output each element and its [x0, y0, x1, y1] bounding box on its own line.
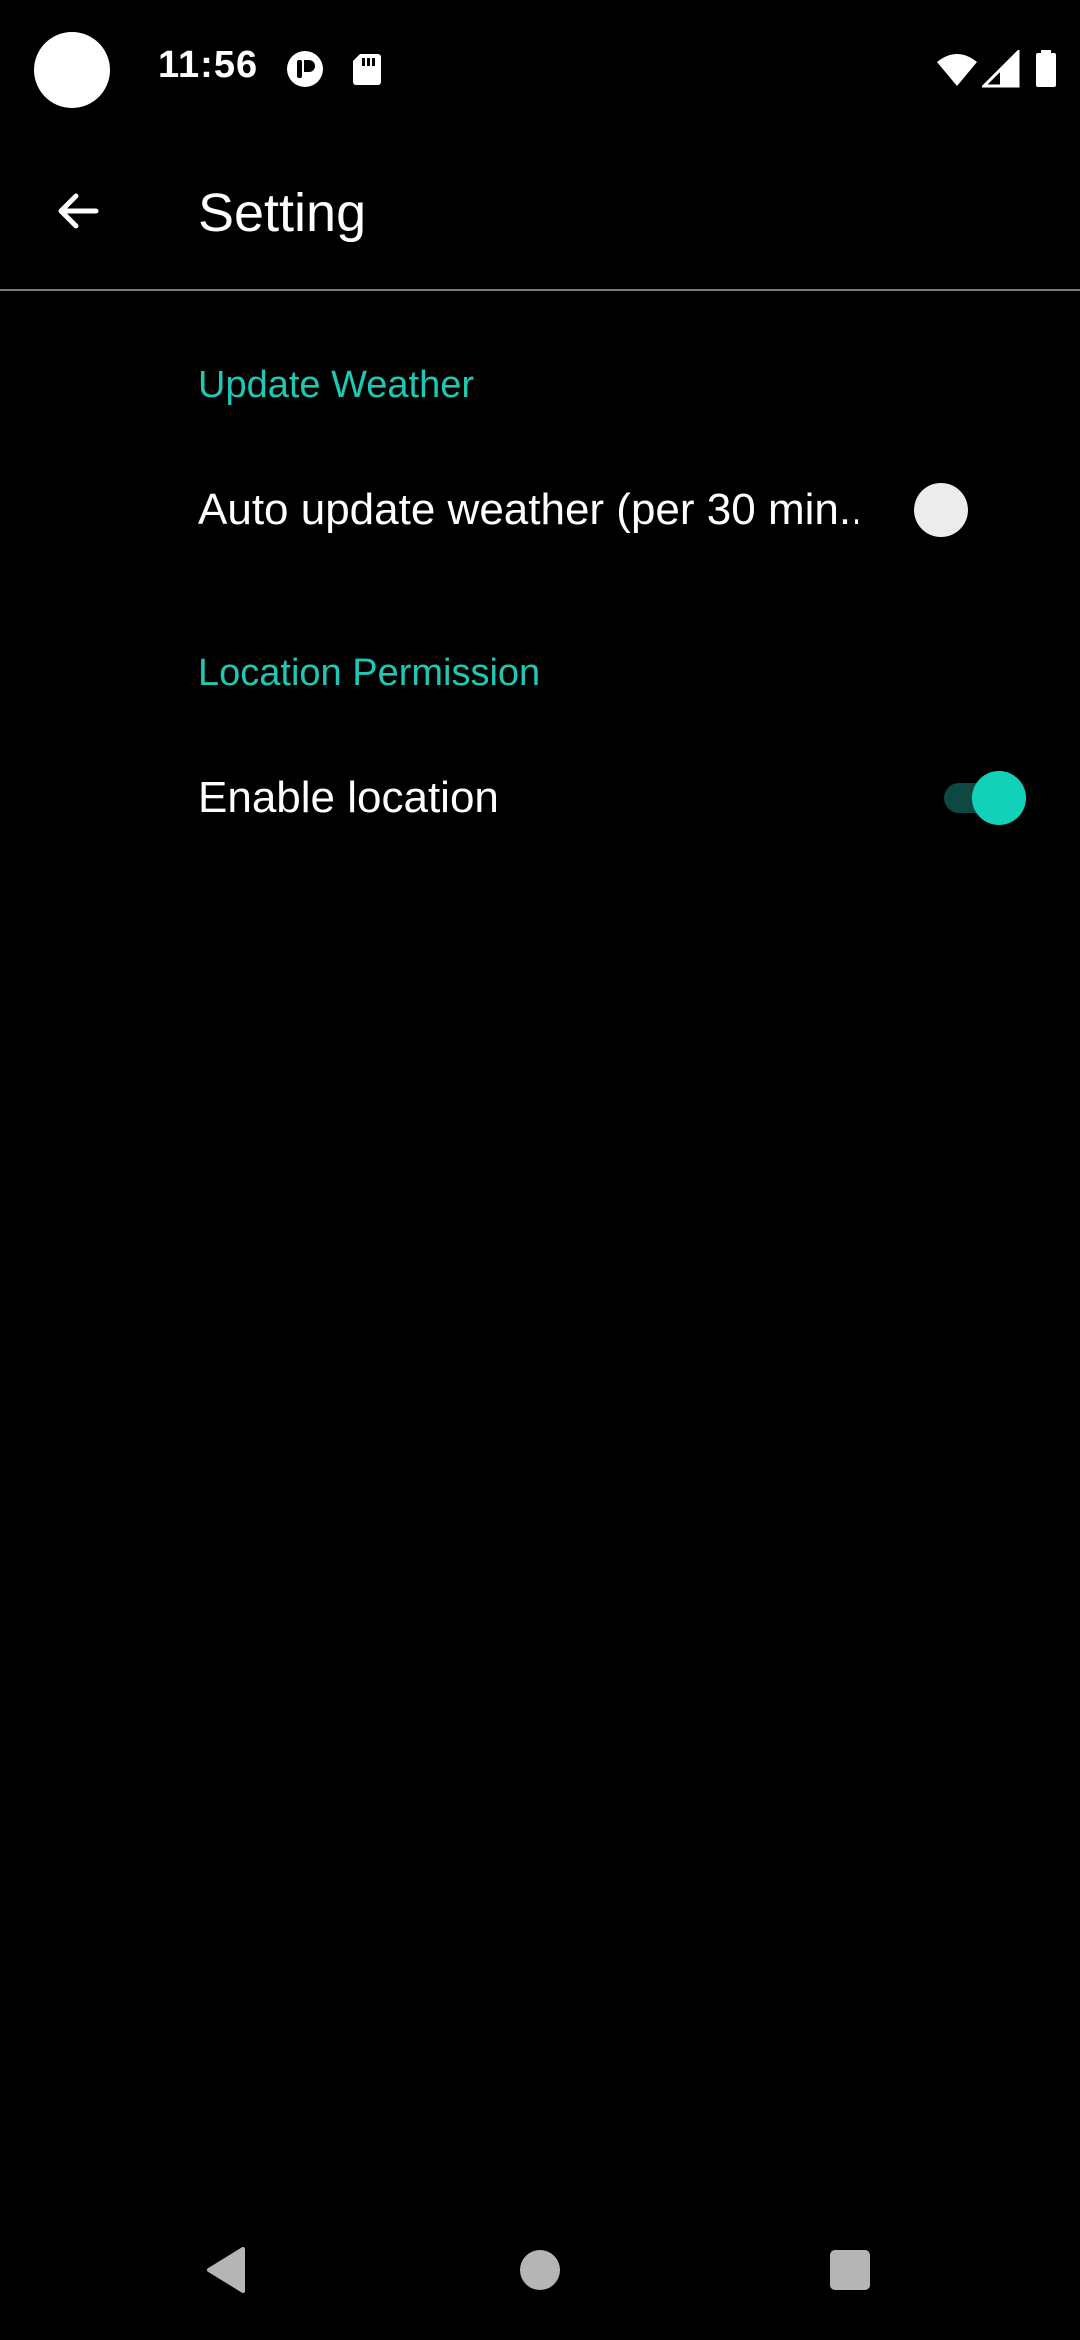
section-header-update-weather: Update Weather	[198, 364, 475, 406]
toolbar: Setting	[0, 140, 1080, 290]
nav-recents-button[interactable]	[810, 2230, 890, 2310]
section-header-location-permission: Location Permission	[198, 652, 541, 694]
app-screen: 11:56 Setting Update Weather Auto update…	[0, 0, 1080, 2340]
pref-row-auto-update-weather[interactable]: Auto update weather (per 30 min..	[0, 450, 1080, 570]
enable-location-switch[interactable]	[938, 767, 1028, 827]
camera-cutout	[34, 32, 110, 108]
pref-row-enable-location[interactable]: Enable location	[0, 738, 1080, 858]
page-title: Setting	[198, 183, 367, 243]
status-bar: 11:56	[0, 0, 1080, 140]
back-triangle-icon	[207, 2247, 245, 2293]
pref-label-enable-location: Enable location	[198, 773, 499, 822]
wifi-icon	[936, 50, 978, 88]
status-time: 11:56	[158, 44, 259, 86]
back-button[interactable]	[40, 173, 116, 249]
nav-back-button[interactable]	[186, 2230, 266, 2310]
pref-label-auto-update-weather: Auto update weather (per 30 min..	[198, 485, 858, 534]
system-nav-bar	[0, 2220, 1080, 2320]
recents-square-icon	[830, 2250, 870, 2290]
switch-thumb	[972, 771, 1026, 825]
signal-icon	[982, 50, 1020, 88]
toolbar-divider	[0, 289, 1080, 291]
battery-icon	[1034, 50, 1058, 88]
notification-app-icon	[286, 50, 324, 88]
arrow-back-icon	[58, 193, 99, 229]
nav-home-button[interactable]	[500, 2230, 580, 2310]
auto-update-weather-switch[interactable]	[914, 479, 1004, 539]
sd-card-icon	[348, 50, 386, 88]
switch-thumb	[914, 483, 968, 537]
home-circle-icon	[520, 2250, 560, 2290]
